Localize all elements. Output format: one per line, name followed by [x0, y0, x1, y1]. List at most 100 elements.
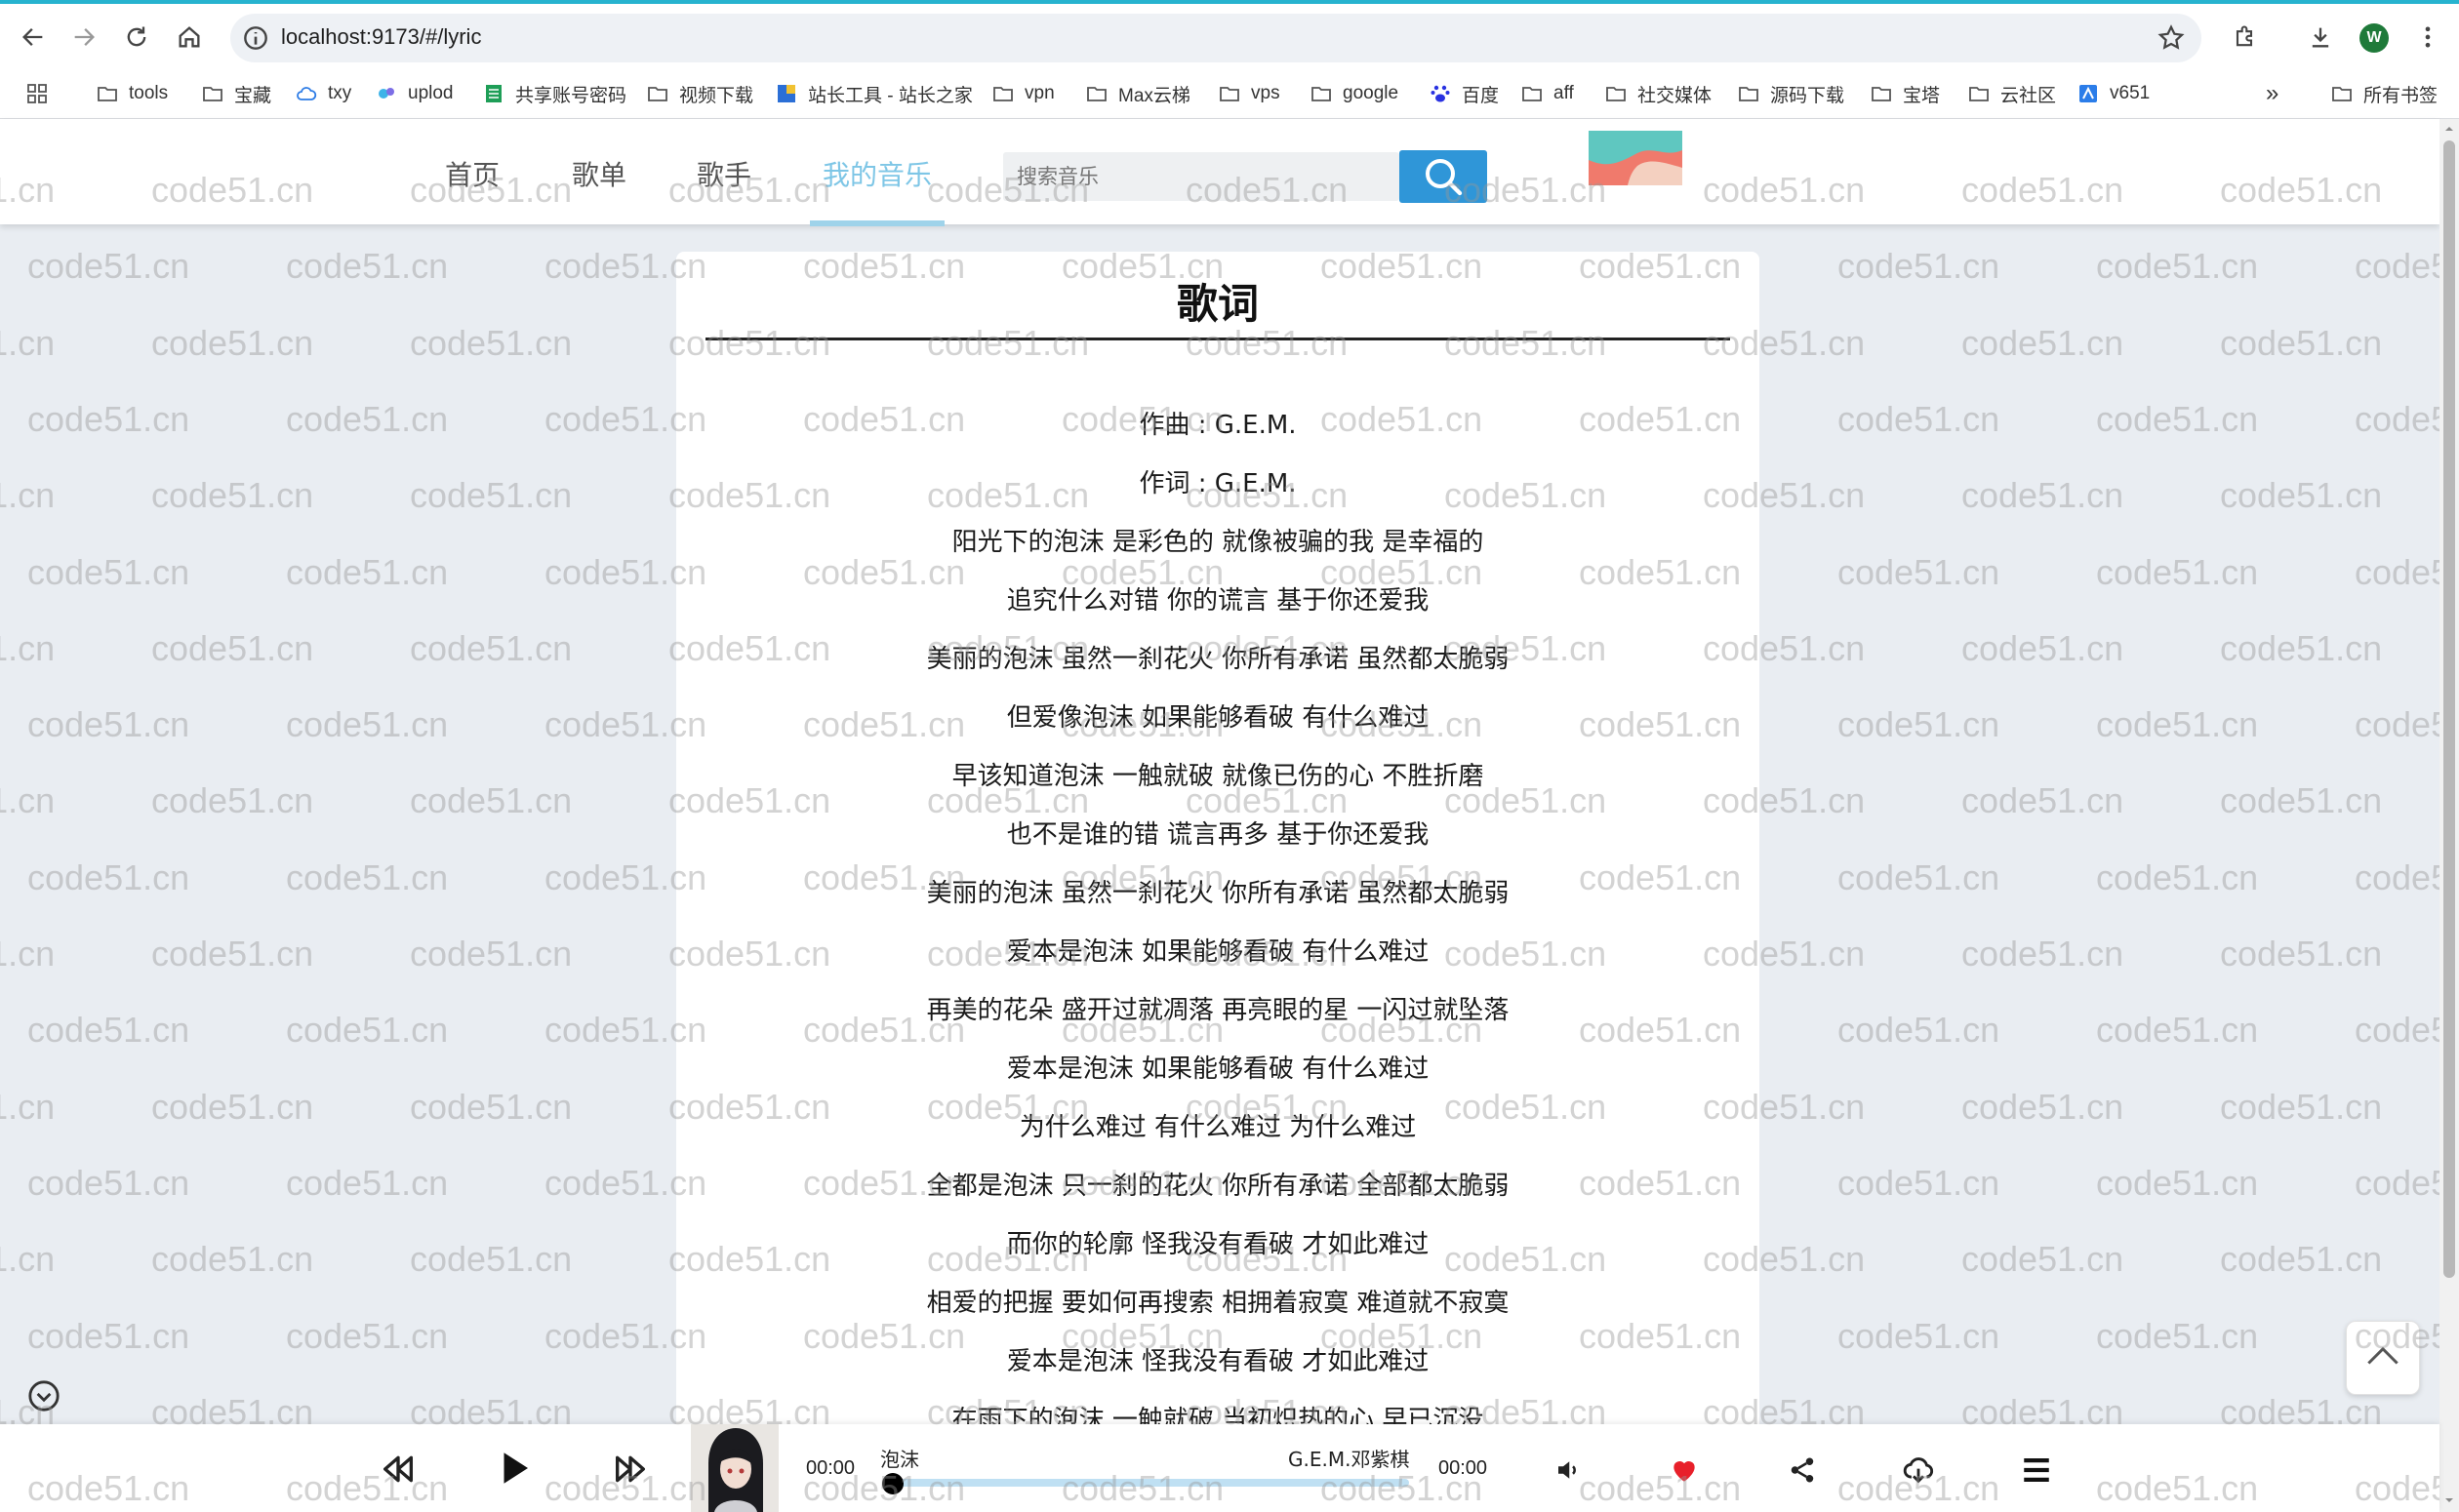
watermark-text: code51.cn: [1837, 246, 2000, 287]
bookmarks-overflow-button[interactable]: »: [2266, 78, 2278, 109]
watermark-text: code51.cn: [151, 934, 314, 974]
bookmark-baota[interactable]: 宝塔: [1870, 78, 1940, 109]
lyric-card: 歌词 作曲 : G.E.M. 作词 : G.E.M. 阳光下的泡沫 是彩色的 就…: [676, 252, 1759, 1512]
bookmark-social-media[interactable]: 社交媒体: [1604, 78, 1712, 109]
scrollbar-thumb[interactable]: [2443, 140, 2455, 1278]
bookmark-uplod[interactable]: uplod: [375, 78, 454, 109]
watermark-text: code51.cn: [0, 780, 56, 821]
nav-my-music[interactable]: 我的音乐: [823, 154, 932, 193]
lyric-line: 爱本是泡沫 如果能够看破 有什么难过: [1006, 937, 1430, 967]
more-menu-icon[interactable]: [2410, 20, 2445, 55]
bookmark-webmaster-tools[interactable]: 站长工具 - 站长之家: [775, 78, 973, 109]
like-button[interactable]: [1669, 1455, 1700, 1487]
site-logo[interactable]: [1589, 131, 1682, 185]
watermark-text: code51.cn: [151, 1086, 314, 1127]
search-input[interactable]: [1003, 152, 1399, 201]
page-scrollbar[interactable]: [2439, 119, 2459, 1512]
download-song-button[interactable]: [1901, 1453, 1936, 1487]
bookmark-video-download[interactable]: 视频下载: [646, 78, 753, 109]
folder-icon: [98, 87, 117, 101]
watermark-text: code51.cn: [2096, 1162, 2259, 1203]
progress-knob[interactable]: [882, 1473, 904, 1494]
url-text[interactable]: localhost:9173/#/lyric: [281, 24, 481, 50]
home-icon[interactable]: [172, 20, 207, 55]
watermark-text: code51.cn: [151, 1239, 314, 1280]
total-time: 00:00: [1438, 1457, 1488, 1479]
album-cover[interactable]: [691, 1424, 779, 1512]
watermark-text: code51.cn: [151, 627, 314, 668]
watermark-text: code51.cn: [27, 1010, 190, 1051]
cloud-download-icon: [1903, 1457, 1934, 1484]
folder-icon: [648, 87, 667, 101]
watermark-text: code51.cn: [286, 1162, 449, 1203]
baidu-paw-icon: [1431, 85, 1450, 102]
nav-singers[interactable]: 歌手: [697, 154, 751, 193]
watermark-text: code51.cn: [1837, 551, 2000, 592]
bookmark-shared-passwords[interactable]: 共享账号密码: [482, 78, 626, 109]
bookmark-v651[interactable]: v651: [2076, 78, 2150, 109]
extensions-icon[interactable]: [2227, 20, 2262, 55]
previous-track-button[interactable]: [379, 1450, 418, 1489]
next-track-button[interactable]: [611, 1450, 650, 1489]
bookmark-vpn[interactable]: vpn: [991, 78, 1055, 109]
forward-icon[interactable]: [66, 20, 101, 55]
lyric-line: 为什么难过 有什么难过 为什么难过: [1019, 1113, 1417, 1142]
folder-icon: [993, 87, 1013, 101]
lyric-line: 爱本是泡沫 怪我没有看破 才如此难过: [1006, 1347, 1430, 1376]
sheet-icon: [486, 85, 502, 102]
bookmark-max[interactable]: Max云梯: [1085, 78, 1190, 109]
collapse-player-icon[interactable]: [27, 1379, 60, 1413]
watermark-text: code51.cn: [151, 475, 314, 516]
nav-home[interactable]: 首页: [445, 154, 500, 193]
bookmark-tools[interactable]: tools: [96, 78, 168, 109]
download-icon[interactable]: [2303, 20, 2338, 55]
nav-playlists[interactable]: 歌单: [572, 154, 626, 193]
rewind-icon: [383, 1455, 413, 1483]
back-to-top-button[interactable]: [2346, 1321, 2420, 1395]
bookmark-source-download[interactable]: 源码下载: [1737, 78, 1844, 109]
search-button[interactable]: [1399, 150, 1487, 203]
back-icon[interactable]: [16, 20, 51, 55]
scroll-up-arrow-icon[interactable]: [2443, 123, 2455, 135]
site-info-icon[interactable]: [240, 22, 271, 54]
lyric-line: 追究什么对错 你的谎言 基于你还爱我: [1006, 586, 1430, 616]
bookmark-google[interactable]: google: [1310, 78, 1398, 109]
watermark-text: code51.cn: [286, 551, 449, 592]
watermark-text: code51.cn: [2096, 246, 2259, 287]
watermark-text: code51.cn: [410, 627, 573, 668]
apps-grid-icon[interactable]: [25, 78, 59, 109]
watermark-text: code51.cn: [286, 398, 449, 439]
bookmark-baozang[interactable]: 宝藏: [201, 78, 271, 109]
volume-button[interactable]: [1553, 1455, 1583, 1485]
play-button[interactable]: [494, 1448, 535, 1489]
watermark-text: code51.cn: [0, 627, 56, 668]
profile-avatar[interactable]: W: [2359, 23, 2389, 53]
watermark-text: code51.cn: [1837, 1162, 2000, 1203]
watermark-text: code51.cn: [410, 1239, 573, 1280]
lyric-line: 阳光下的泡沫 是彩色的 就像被骗的我 是幸福的: [951, 528, 1484, 557]
scroll-down-arrow-icon[interactable]: [2443, 1494, 2455, 1506]
folder-icon: [1872, 87, 1891, 101]
bookmark-baidu[interactable]: 百度: [1429, 78, 1499, 109]
bookmark-aff[interactable]: aff: [1520, 78, 1574, 109]
bookmark-cloud-community[interactable]: 云社区: [1967, 78, 2056, 109]
watermark-text: code51.cn: [286, 1315, 449, 1356]
lyric-line: 再美的花朵 盛开过就凋落 再亮眼的星 一闪过就坠落: [926, 996, 1510, 1025]
playlist-menu-button[interactable]: [2020, 1453, 2053, 1487]
share-button[interactable]: [1788, 1455, 1817, 1485]
watermark-text: code51.cn: [2220, 627, 2383, 668]
chinaz-logo-icon: [778, 85, 795, 102]
watermark-text: code51.cn: [1837, 704, 2000, 745]
watermark-text: code51.cn: [2355, 856, 2439, 897]
watermark-text: code51.cn: [410, 934, 573, 974]
bookmark-star-icon[interactable]: [2157, 23, 2186, 53]
bookmark-txy[interactable]: txy: [295, 78, 351, 109]
progress-bar[interactable]: [892, 1479, 1409, 1487]
reload-icon[interactable]: [119, 20, 154, 55]
bookmark-vps[interactable]: vps: [1218, 78, 1280, 109]
lyric-line: 也不是谁的错 谎言再多 基于你还爱我: [1006, 820, 1430, 850]
watermark-text: code51.cn: [1961, 1086, 2124, 1127]
watermark-text: code51.cn: [410, 475, 573, 516]
address-bar[interactable]: localhost:9173/#/lyric: [230, 14, 2201, 62]
all-bookmarks[interactable]: 所有书签: [2330, 78, 2438, 109]
